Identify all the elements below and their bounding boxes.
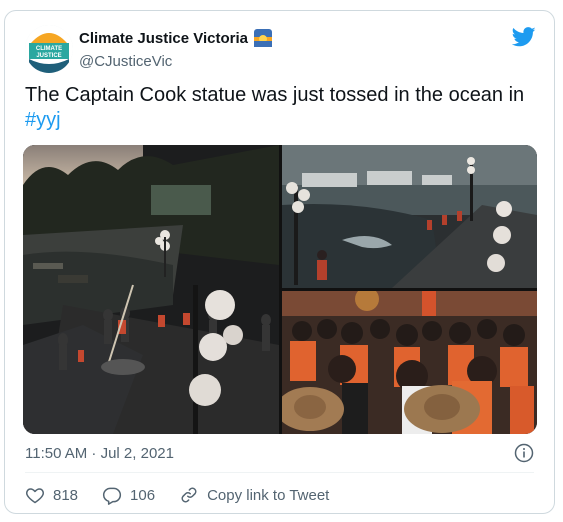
media-grid[interactable] — [23, 145, 537, 434]
like-button[interactable]: 818 — [25, 485, 78, 505]
photo-crowd-orange-image — [282, 291, 537, 434]
tweet-timestamp[interactable]: 11:50 AM · Jul 2, 2021 — [25, 445, 174, 462]
reply-icon — [102, 487, 122, 505]
author-handle[interactable]: @CJusticeVic — [79, 53, 172, 70]
reply-button[interactable]: 106 — [102, 485, 155, 505]
link-icon — [181, 487, 197, 503]
avatar-text-line2: JUSTICE — [36, 53, 61, 59]
copy-link-button[interactable]: Copy link to Tweet — [179, 485, 329, 505]
photo-harbour-dusk[interactable] — [23, 145, 279, 434]
heart-icon — [26, 488, 44, 504]
like-count: 818 — [53, 486, 79, 504]
info-icon[interactable] — [514, 443, 534, 463]
tweet-card[interactable]: CLIMATE JUSTICE Climate Justice Victoria… — [4, 10, 555, 514]
reply-count: 106 — [130, 486, 156, 504]
tweet-body: The Captain Cook statue was just tossed … — [25, 84, 525, 106]
photo-harbour-boats[interactable] — [282, 145, 537, 288]
photo-crowd-orange[interactable] — [282, 291, 537, 434]
action-bar: 818 106 Copy link to Tweet — [25, 485, 353, 505]
author-name-text: Climate Justice Victoria — [79, 29, 248, 47]
author-name[interactable]: Climate Justice Victoria — [79, 29, 272, 47]
tweet-text: The Captain Cook statue was just tossed … — [25, 83, 535, 133]
hashtag-link[interactable]: #yyj — [25, 109, 61, 131]
sunrise-emoji-icon — [253, 29, 272, 47]
photo-harbour-boats-image — [282, 145, 537, 288]
twitter-bird-icon[interactable] — [512, 27, 536, 47]
avatar-text-line1: CLIMATE — [36, 46, 62, 52]
avatar-logo-icon: CLIMATE JUSTICE — [25, 25, 73, 73]
avatar[interactable]: CLIMATE JUSTICE — [25, 25, 73, 73]
copy-link-label: Copy link to Tweet — [207, 486, 330, 504]
divider — [25, 472, 534, 473]
photo-harbour-dusk-image — [23, 145, 279, 434]
